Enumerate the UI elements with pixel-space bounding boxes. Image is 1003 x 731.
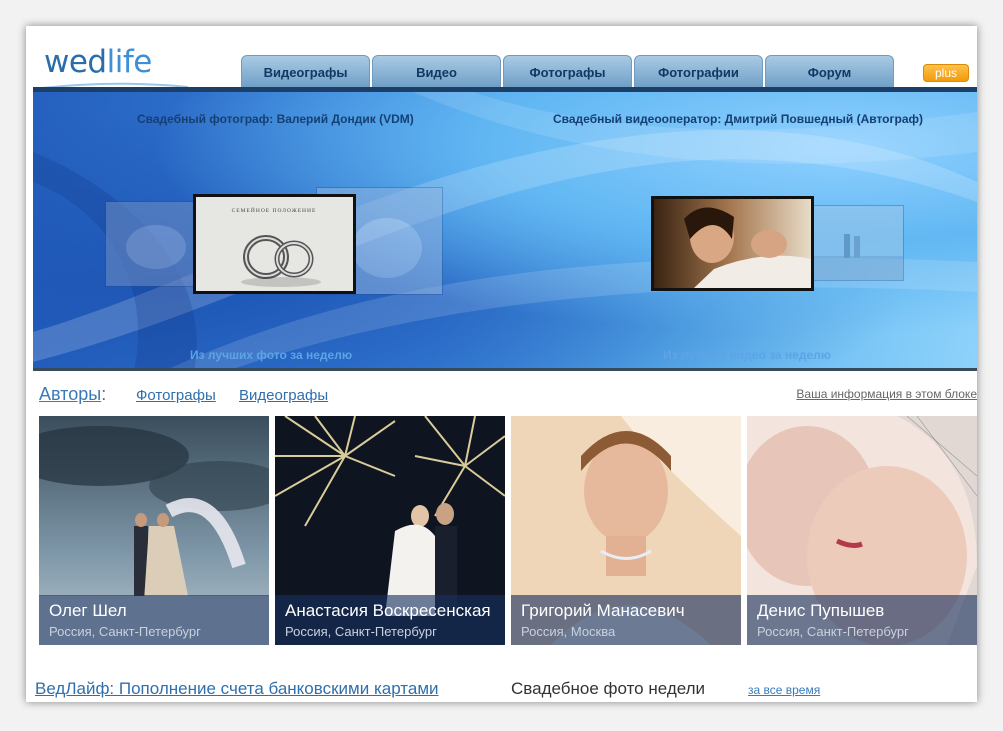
bottom-row: ВедЛайф: Пополнение счета банковскими ка… <box>35 679 965 702</box>
author-card[interactable]: Анастасия Воскресенская Россия, Санкт-Пе… <box>275 416 505 645</box>
photo-card-text: СЕМЕЙНОЕ ПОЛОЖЕНИЕ <box>232 206 317 214</box>
authors-tab-photographers[interactable]: Фотографы <box>136 387 216 404</box>
author-location: Россия, Санкт-Петербург <box>49 624 201 639</box>
main-nav: Видеографы Видео Фотографы Фотографии Фо… <box>241 55 894 88</box>
author-location: Россия, Санкт-Петербург <box>757 624 909 639</box>
author-card-info: Анастасия Воскресенская Россия, Санкт-Пе… <box>275 595 505 645</box>
authors-link[interactable]: Авторы <box>39 384 101 404</box>
video-thumb-main[interactable] <box>651 196 814 291</box>
photo-thumb-prev-image <box>106 202 194 286</box>
author-card[interactable]: Григорий Манасевич Россия, Москва <box>511 416 741 645</box>
author-card-info: Олег Шел Россия, Санкт-Петербург <box>39 595 269 645</box>
photo-week-caption[interactable]: Из лучших фото за неделю <box>190 348 352 362</box>
plus-button[interactable]: plus <box>923 64 969 82</box>
author-name[interactable]: Григорий Манасевич <box>521 601 731 621</box>
tab-photographers[interactable]: Фотографы <box>503 55 632 88</box>
author-name[interactable]: Денис Пупышев <box>757 601 967 621</box>
video-week-caption[interactable]: Из лучших видео за неделю <box>663 348 831 362</box>
tab-videographers[interactable]: Видеографы <box>241 55 370 88</box>
author-location: Россия, Санкт-Петербург <box>285 624 437 639</box>
authors-colon: : <box>101 384 107 404</box>
tab-video[interactable]: Видео <box>372 55 501 88</box>
photographer-of-week-title[interactable]: Свадебный фотограф: Валерий Дондик (VDM) <box>137 112 414 126</box>
featured-banner: Свадебный фотограф: Валерий Дондик (VDM)… <box>33 87 977 371</box>
video-thumb-next-image <box>804 206 903 280</box>
author-location: Россия, Москва <box>521 624 616 639</box>
photo-thumb-prev[interactable] <box>105 201 195 287</box>
authors-header: Авторы: Фотографы Видеографы Ваша информ… <box>39 384 977 408</box>
your-info-link[interactable]: Ваша информация в этом блоке <box>796 387 977 401</box>
author-card-info: Григорий Манасевич Россия, Москва <box>511 595 741 645</box>
wedlife-logo[interactable]: wedlife <box>44 44 152 80</box>
all-time-link[interactable]: за все время <box>748 683 820 697</box>
logo-wed: wed <box>44 44 107 80</box>
tab-forum[interactable]: Форум <box>765 55 894 88</box>
author-card-info: Денис Пупышев Россия, Санкт-Петербург <box>747 595 977 645</box>
bride-video-frame <box>654 199 811 288</box>
authors-cards: Олег Шел Россия, Санкт-Петербург Анастас… <box>39 416 977 645</box>
page: wedlife Видеографы Видео Фотографы Фотог… <box>26 26 977 702</box>
video-thumb-next[interactable] <box>803 205 904 281</box>
author-card[interactable]: Денис Пупышев Россия, Санкт-Петербург <box>747 416 977 645</box>
authors-label: Авторы: <box>39 384 106 405</box>
author-name[interactable]: Олег Шел <box>49 601 259 621</box>
author-name[interactable]: Анастасия Воскресенская <box>285 601 495 621</box>
authors-tab-videographers[interactable]: Видеографы <box>239 387 328 404</box>
videographer-of-week-title[interactable]: Свадебный видеооператор: Дмитрий Повшедн… <box>553 112 923 126</box>
rings-photo: СЕМЕЙНОЕ ПОЛОЖЕНИЕ <box>196 197 353 291</box>
photo-of-week-title: Свадебное фото недели <box>511 679 706 698</box>
photo-thumb-main[interactable]: СЕМЕЙНОЕ ПОЛОЖЕНИЕ <box>193 194 356 294</box>
news-link[interactable]: ВедЛайф: Пополнение счета банковскими ка… <box>35 679 439 699</box>
logo-life: life <box>106 44 153 80</box>
author-card[interactable]: Олег Шел Россия, Санкт-Петербург <box>39 416 269 645</box>
tab-photos[interactable]: Фотографии <box>634 55 763 88</box>
